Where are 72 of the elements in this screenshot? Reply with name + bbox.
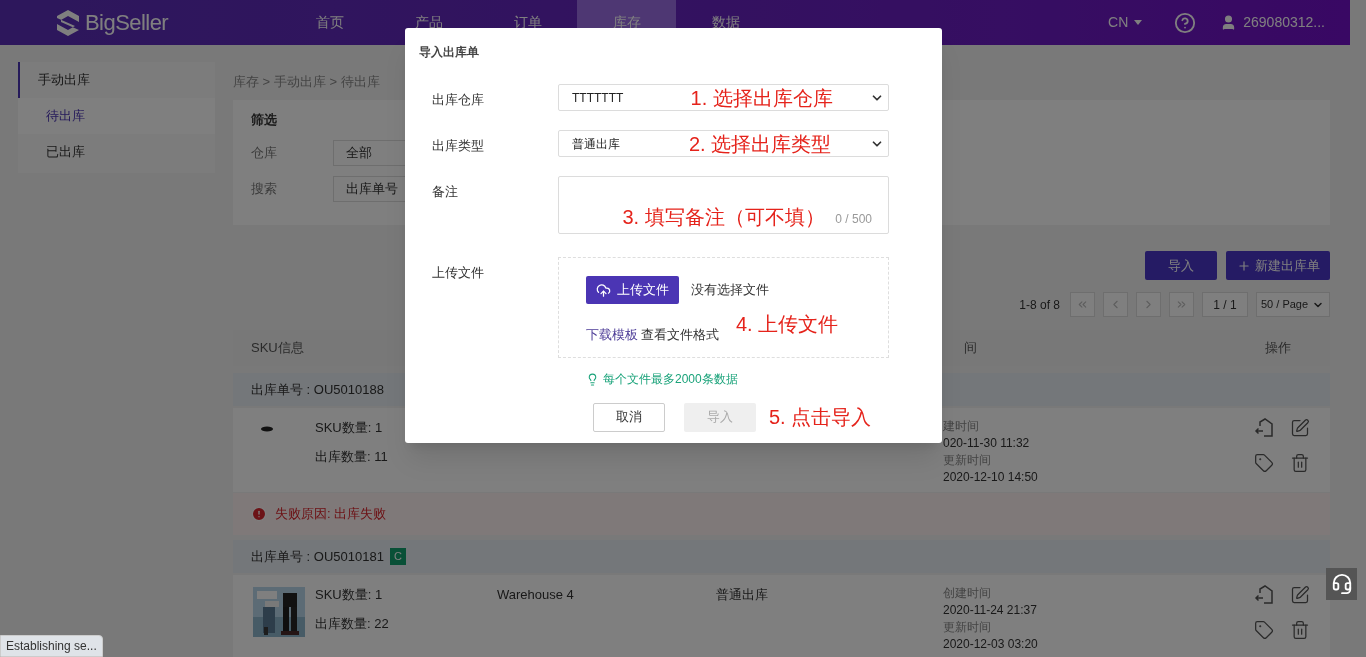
annotation: 3. 填写备注（可不填）: [622, 207, 825, 227]
order-badge: C: [389, 548, 406, 565]
column-header: 操作: [1265, 339, 1291, 358]
file-status: 没有选择文件: [691, 281, 769, 300]
error-message: 失败原因: 出库失败: [275, 505, 387, 524]
character-counter: 0 / 500: [835, 211, 872, 228]
sku-count: SKU数量: 1: [315, 419, 384, 437]
filter-title: 筛选: [251, 111, 278, 129]
select-field[interactable]: 普通出库 2. 选择出库类型: [558, 130, 889, 157]
upload-button[interactable]: 上传文件: [586, 276, 679, 304]
cancel-button[interactable]: 取消: [593, 402, 665, 432]
sidebar-subitem[interactable]: 已出库: [18, 134, 215, 170]
pagination-range: 1-8 of 8: [1019, 296, 1060, 314]
annotation: 1. 选择出库仓库: [689, 87, 833, 108]
cloud-upload-icon: [596, 282, 611, 298]
field-label: 出库仓库: [431, 91, 485, 109]
created-time: 2020-11-24 21:37: [943, 602, 1038, 619]
dialog-title: 导入出库单: [419, 44, 480, 61]
edit-icon[interactable]: [1290, 585, 1310, 605]
import-button[interactable]: 导入: [1145, 251, 1217, 280]
remark-field[interactable]: 3. 填写备注（可不填） 0 / 500: [558, 176, 889, 234]
headset-icon: [1330, 573, 1353, 595]
hint-text: 每个文件最多2000条数据: [603, 371, 738, 388]
annotation: 4. 上传文件: [736, 314, 839, 334]
edit-icon[interactable]: [1290, 418, 1310, 438]
annotation: 5. 点击导入: [769, 405, 872, 430]
created-time: 020-11-30 11:32: [943, 435, 1031, 452]
help-icon[interactable]: [1174, 11, 1197, 34]
delete-icon[interactable]: [1290, 620, 1310, 640]
download-template-link[interactable]: 下载模板: [586, 325, 638, 345]
outbound-quantity: 出库数量: 11: [315, 447, 389, 466]
updated-time: 2020-12-03 03:20: [943, 636, 1038, 653]
view-format-link[interactable]: 查看文件格式: [641, 325, 719, 345]
tag-icon[interactable]: [1254, 453, 1274, 473]
order-number: 出库单号 : OU5010181: [251, 547, 384, 566]
error-icon: [251, 506, 267, 522]
select-value: TTTTTTT: [572, 89, 624, 107]
filter-label: 仓库: [251, 143, 278, 162]
warehouse-cell: Warehouse 4: [497, 587, 574, 602]
order-number: 出库单号 : OU5010188: [251, 380, 384, 399]
double-chevron-left-icon: [1076, 298, 1089, 311]
house-arrow-icon[interactable]: [1254, 418, 1274, 438]
eye-icon: [261, 426, 273, 432]
logo-icon: [55, 8, 81, 37]
annotation: 2. 选择出库类型: [687, 133, 832, 154]
caret-icon: [1134, 20, 1143, 25]
filter-label: 搜索: [251, 179, 278, 198]
plus-icon: [1236, 258, 1251, 273]
select-field[interactable]: TTTTTTT 1. 选择出库仓库: [558, 84, 889, 111]
logo-text: BigSeller: [85, 9, 169, 37]
outbound-quantity: 出库数量: 22: [315, 614, 390, 633]
select-value: 普通出库: [572, 135, 620, 153]
lightbulb-icon: [586, 372, 599, 386]
column-header: 间: [963, 339, 977, 358]
double-chevron-right-icon: [1175, 298, 1188, 311]
page-size-select[interactable]: 50 / Page: [1256, 292, 1330, 317]
delete-icon[interactable]: [1290, 453, 1310, 473]
sku-count: SKU数量: 1: [315, 586, 384, 604]
new-order-button[interactable]: 新建出库单: [1226, 251, 1330, 280]
support-button[interactable]: [1326, 568, 1357, 600]
field-label: 上传文件: [431, 264, 485, 282]
status-popup: Establishing se...: [0, 635, 103, 657]
updated-time: 2020-12-10 14:50: [943, 469, 1038, 486]
tag-icon[interactable]: [1254, 620, 1274, 640]
user-name[interactable]: 269080312...: [1243, 12, 1325, 33]
nav-tab[interactable]: 首页: [280, 0, 379, 45]
column-header: SKU信息: [251, 339, 304, 358]
language-selector[interactable]: CN: [1108, 12, 1143, 33]
created-label: 建时间: [943, 418, 980, 435]
house-arrow-icon[interactable]: [1254, 585, 1274, 605]
type-cell: 普通出库: [716, 587, 768, 602]
page-indicator[interactable]: 1 / 1: [1202, 292, 1248, 317]
